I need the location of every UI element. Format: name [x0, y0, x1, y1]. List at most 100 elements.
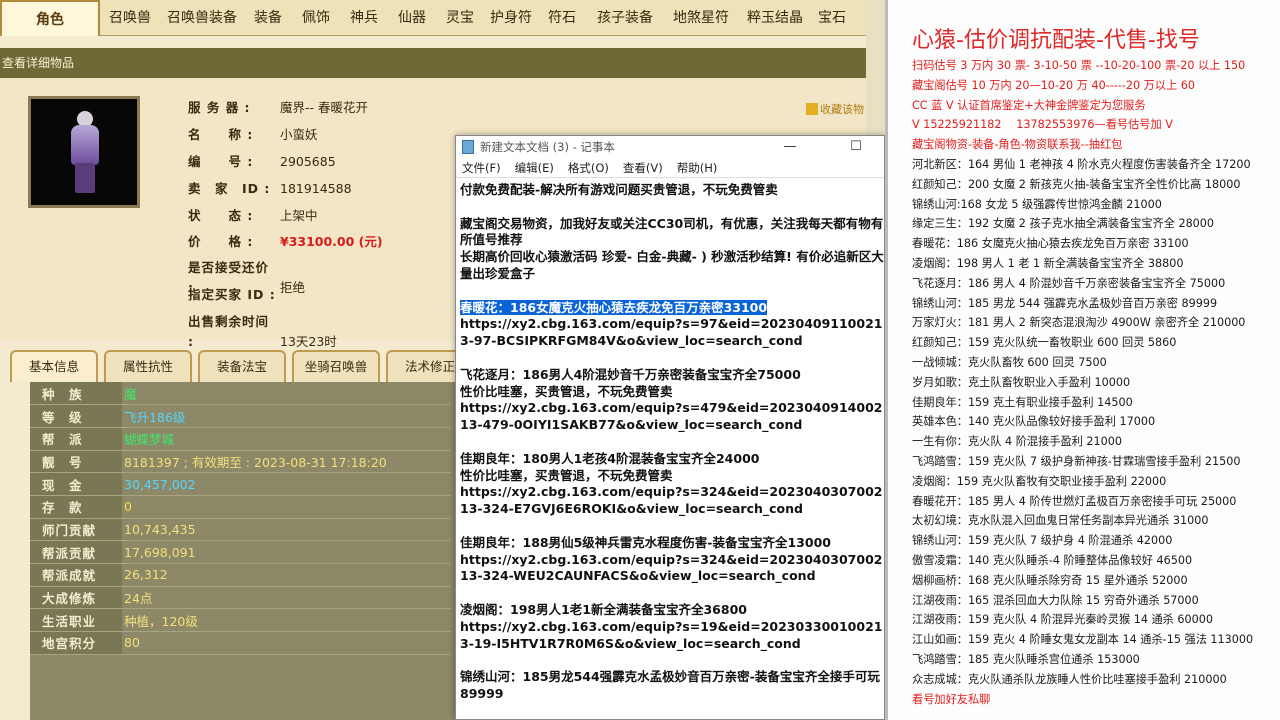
stat-label: 等 级 [30, 404, 122, 428]
stat-label: 师门贡献 [30, 518, 122, 542]
tab-13[interactable]: 宝石 [812, 0, 852, 36]
promo-title: 心猿-估价调抗配装-代售-找号 [912, 28, 1200, 53]
category-tabbar: 角色 召唤兽 召唤兽装备 装备 佩饰 神兵 仙器 灵宝 护身符 符石 孩子装备 地煞星符 粹玉结晶 宝石 [0, 0, 885, 36]
notepad-text-area[interactable]: 付款免费配装-解决所有游戏问题买贵管退，不玩免费管卖藏宝阁交易物资，加我好友或关… [456, 178, 884, 703]
promo-listing-line: 锦绣山河：159 克火队 7 级护身 4 阶混通杀 42000 [912, 534, 1173, 548]
promo-red-line: CC 蓝 V 认证首席鉴定+大神金牌鉴定为您服务 [912, 98, 1146, 112]
table-row: 大成修炼 24点 [30, 586, 450, 610]
tab-0[interactable]: 角色 [0, 0, 100, 36]
promo-listing-line: 飞鸿踏雪：159 克火队 7 级护身新神孩-甘霖瑞雪接手盈利 21500 [912, 455, 1241, 468]
notepad-titlebar: 新建文本文档 (3) - 记事本 — ☐ [456, 136, 884, 158]
menu-item-0[interactable]: 文件(F) [462, 161, 501, 175]
promo-footer: 看号加好友私聊 [912, 692, 991, 706]
tab-1[interactable]: 召唤兽 [100, 0, 160, 36]
promo-listing-line: 凌烟阁：159 克火队畜牧有交职业接手盈利 22000 [912, 474, 1167, 488]
promo-red-line: V 15225921182 13782553976—看号估号加 V [912, 118, 1173, 132]
table-row: 靓 号 8181397 ; 有效期至 : 2023-08-31 17:18:20 [30, 450, 450, 474]
text-paragraph: 付款免费配装-解决所有游戏问题买贵管退，不玩免费管卖 [460, 182, 778, 197]
minimize-icon[interactable]: — [776, 136, 804, 158]
table-row: 帮 派蝴蝶梦城 [30, 427, 450, 451]
stat-label: 存 款 [30, 495, 122, 519]
stat-label: 帮 派 [30, 427, 122, 451]
promo-listing-line: 凌烟阁：198 男人 1 老 1 新全满装备宝宝齐全 38800 [912, 257, 1184, 270]
tab-11[interactable]: 地煞星符 [664, 0, 738, 36]
promo-listing-line: 万家灯火：181 男人 2 新突态混浪淘沙 4900W 亲密齐全 210000 [912, 316, 1246, 330]
tab-4[interactable]: 佩饰 [292, 0, 340, 36]
notepad-title: 新建文本文档 (3) - 记事本 [480, 140, 615, 154]
menu-item-2[interactable]: 格式(O) [568, 161, 609, 175]
stat-value: 飞升186级 [122, 404, 450, 428]
table-row: 等 级飞升186级 [30, 404, 450, 428]
tab-10[interactable]: 孩子装备 [586, 0, 664, 36]
promo-listing-line: 缘定三生：192 女魔 2 孩子克水抽全满装备宝宝齐全 28000 [912, 217, 1215, 231]
stat-label: 现 金 [30, 472, 122, 496]
stat-value: 0 [122, 495, 450, 519]
info-bargain: 是否接受还价 : 拒绝 [188, 260, 306, 295]
tab-6[interactable]: 仙器 [388, 0, 436, 36]
info-price: 价 格 : ¥33100.00 (元) [188, 234, 383, 249]
info-id: 编 号 :2905685 [188, 154, 336, 169]
promo-listing-line: 佳期良年：159 克土有职业接手盈利 14500 [912, 395, 1133, 409]
promo-listing-line: 飞花逐月：186 男人 4 阶混妙音千万亲密装备宝宝齐全 75000 [912, 276, 1226, 290]
tab-8[interactable]: 护身符 [484, 0, 538, 36]
table-row: 种 族魔 [30, 382, 450, 406]
subtab-2[interactable]: 装备法宝 [198, 350, 286, 382]
promo-listing-line: 锦绣山河:168 女龙 5 级强霹传世惊鸿金麟 21000 [912, 197, 1162, 211]
subtab-3[interactable]: 坐骑召唤兽 [292, 350, 380, 382]
maximize-icon[interactable]: ☐ [842, 136, 870, 158]
promo-listing-line: 飞鸿踏雪：185 克火队睡杀宫位通杀 153000 [912, 653, 1140, 666]
promo-listing-line: 锦绣山河：185 男龙 544 强霹克水孟极妙音百万亲密 89999 [912, 296, 1218, 310]
text-paragraph: 春暖花：186女魔克火抽心猿去疾龙免百万亲密33100 https://xy2.… [460, 299, 883, 349]
promo-listing-line: 岁月如歌：克土队畜牧职业入手盈利 10000 [912, 375, 1131, 389]
promo-listing-line: 众志成城：克火队通杀队龙族睡人性价比哇塞接手盈利 210000 [912, 672, 1227, 686]
table-row: 地宫积分 80 [30, 631, 450, 655]
promo-red-line: 藏宝阁估号 10 万内 20—10-20 万 40-----20 万以上 60 [912, 78, 1196, 92]
info-server: 服 务 器 : 魔界-- 春暖花开 [188, 100, 368, 115]
table-row: 帮派贡献 17,698,091 [30, 540, 450, 564]
stat-value: 26,312 [122, 563, 450, 587]
tab-5[interactable]: 神兵 [340, 0, 388, 36]
text-paragraph: 佳期良年：180男人1老孩4阶混装备宝宝齐全24000 性价比哇塞，买贵管退，不… [460, 450, 883, 517]
table-row: 生活职业 种植，120级 [30, 608, 450, 633]
stat-value: 蝴蝶梦城 [122, 427, 450, 451]
table-row: 师门贡献 10,743,435 [30, 518, 450, 542]
stat-label: 地宫积分 [30, 631, 122, 655]
text-paragraph: 藏宝阁交易物资，加我好友或关注CC30司机，有优惠，关注我每天都有物有所值号推荐… [460, 215, 884, 281]
favorite-link[interactable]: 收藏该物 [806, 101, 864, 117]
promo-listing-line: 一战倾城：克火队畜牧 600 回灵 7500 [912, 356, 1107, 369]
stat-value: 8181397 ; 有效期至 : 2023-08-31 17:18:20 [122, 450, 450, 474]
text-paragraph: 飞花逐月：186男人4阶混妙音千万亲密装备宝宝齐全75000 性价比哇塞，买贵管… [460, 366, 883, 433]
promo-red-line: 藏宝阁物资-装备-角色-物资联系我--抽红包 [912, 138, 1123, 152]
text-paragraph: 佳期良年：188男仙5级神兵雷克水程度伤害-装备宝宝齐全13000 https:… [460, 534, 883, 584]
promo-listing-line: 春暖花：186 女魔克火抽心猿去疾龙免百万亲密 33100 [912, 237, 1189, 251]
stat-label: 靓 号 [30, 450, 122, 474]
tab-7[interactable]: 灵宝 [436, 0, 484, 36]
promo-listing-line: 一生有你：克火队 4 阶混接手盈利 21000 [912, 435, 1123, 449]
subtab-1[interactable]: 属性抗性 [104, 350, 192, 382]
info-name: 名 称 : 小蛮妖 [188, 127, 318, 142]
menu-item-1[interactable]: 编辑(E) [515, 161, 554, 175]
notepad-icon [462, 140, 474, 154]
info-seller: 卖 家 ID :181914588 [188, 181, 352, 196]
menu-item-4[interactable]: 帮助(H) [677, 161, 718, 175]
stat-value: 24点 [122, 586, 450, 610]
stat-label: 帮派贡献 [30, 540, 122, 564]
subtab-0[interactable]: 基本信息 [10, 350, 98, 382]
info-remain: 出售剩余时间 :13天23时 [188, 314, 337, 349]
promo-listing-line: 红颜知己：200 女魔 2 新孩克火抽-装备宝宝齐全性价比高 18000 [912, 177, 1241, 191]
notepad-menubar: 文件(F) 编辑(E) 格式(O) 查看(V) 帮助(H) [456, 158, 884, 178]
stat-label: 帮派成就 [30, 563, 122, 587]
notepad-window: 新建文本文档 (3) - 记事本 — ☐ 文件(F) 编辑(E) 格式(O) 查看(V… [455, 135, 885, 720]
table-row: 存 款0 [30, 495, 450, 519]
text-paragraph: 凌烟阁：198男人1老1新全满装备宝宝齐全36800 https://xy2.c… [460, 601, 883, 651]
tab-12[interactable]: 粹玉结晶 [738, 0, 812, 36]
tab-3[interactable]: 装备 [244, 0, 292, 36]
stats-table: 种 族魔等 级飞升186级帮 派蝴蝶梦城靓 号 8181397 ; 有效期至 : … [30, 382, 450, 655]
table-row: 帮派成就 26,312 [30, 563, 450, 587]
stat-value: 魔 [122, 382, 450, 406]
tab-2[interactable]: 召唤兽装备 [160, 0, 244, 36]
promo-red-line: 扫码估号 3 万内 30 票- 3-10-50 票 --10-20-100 票-… [912, 59, 1246, 72]
character-portrait [28, 96, 140, 208]
tab-9[interactable]: 符石 [538, 0, 586, 36]
menu-item-3[interactable]: 查看(V) [623, 161, 663, 175]
